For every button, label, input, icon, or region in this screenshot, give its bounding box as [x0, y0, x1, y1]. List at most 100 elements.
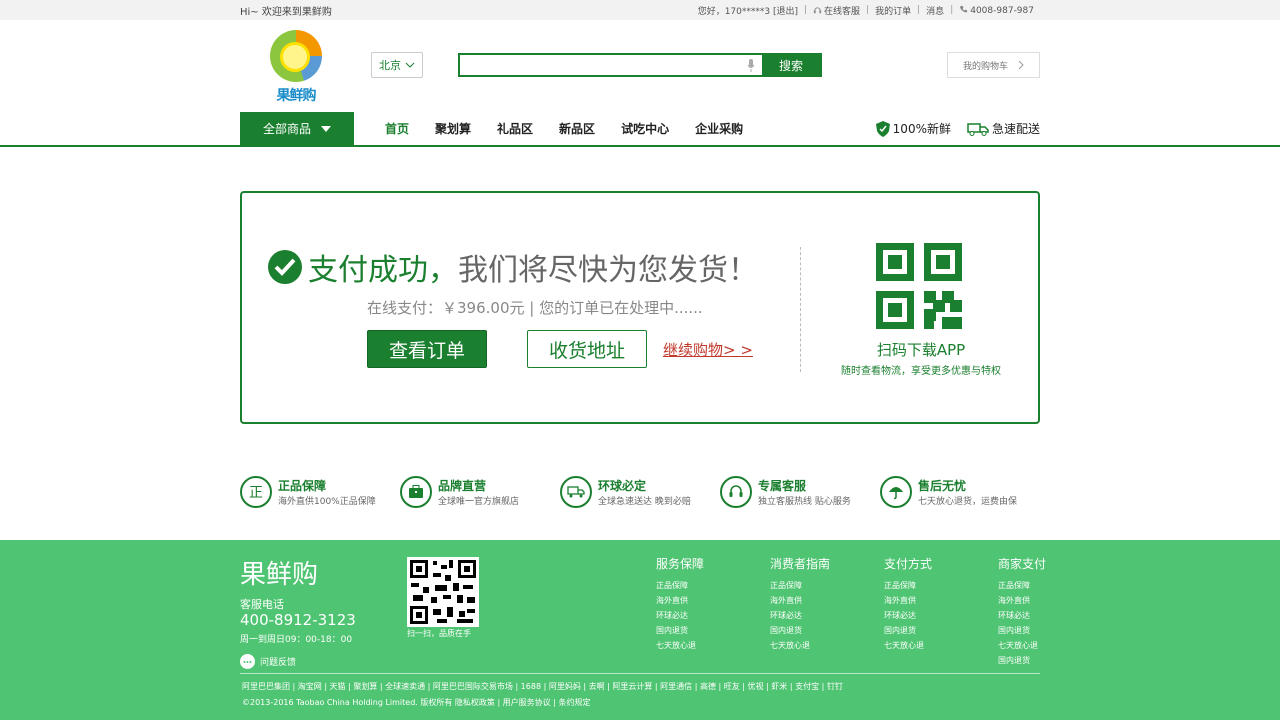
guarantee-title: 正品保障 — [278, 479, 327, 493]
guarantee-service: 专属客服独立客服热线 贴心服务 — [720, 474, 880, 510]
fresh-label: 100%新鲜 — [892, 122, 951, 136]
qr-title: 扫码下载APP — [876, 341, 966, 359]
app-download: 扫码下载APP 随时查看物流，享受更多优惠与特权 — [836, 243, 1006, 377]
cart-button[interactable]: 我的购物车 — [947, 52, 1040, 78]
footer-qr-code-icon — [407, 557, 479, 627]
footer-link[interactable]: 七天放心退 — [770, 638, 874, 653]
qr-caption: 扫一扫，品质在手 — [407, 629, 471, 638]
search-input[interactable] — [460, 55, 744, 75]
chevron-down-icon — [405, 62, 415, 68]
hotline: 4008-987-987 — [953, 5, 1040, 16]
footer-link[interactable]: 国内退货 — [770, 623, 874, 638]
guarantee-subtitle: 海外直供100%正品保障 — [278, 497, 376, 507]
delivery-badge: 急速配送 — [967, 120, 1040, 137]
guarantee-title: 品牌直营 — [438, 479, 487, 493]
feedback-label: 问题反馈 — [260, 658, 297, 668]
footer-link[interactable]: 环球必达 — [884, 608, 988, 623]
guarantee-global: 环球必定 全球急速送达 晚到必赔 — [560, 474, 720, 510]
service-hours: 周一到周日09：00-18：00 — [240, 635, 353, 645]
footer-link[interactable]: 海外直供 — [656, 593, 760, 608]
footer-link[interactable]: 海外直供 — [998, 593, 1050, 608]
view-order-button[interactable]: 查看订单 — [367, 330, 487, 368]
guarantee-genuine: 正 正品保障 海外直供100%正品保障 — [240, 474, 400, 510]
user-name: 您好，170*****3 — [697, 6, 771, 17]
search-bar: 搜索 — [458, 53, 822, 77]
footer-link[interactable]: 正品保障 — [998, 578, 1050, 593]
phone-icon — [960, 5, 968, 12]
guarantee-subtitle: 全球唯一官方旗舰店 — [438, 497, 520, 507]
footer-link[interactable]: 海外直供 — [770, 593, 874, 608]
footer-link[interactable]: 正品保障 — [884, 578, 988, 593]
footer-link[interactable]: 七天放心退 — [998, 638, 1050, 653]
city-selector[interactable]: 北京 — [371, 52, 423, 78]
nav-group-buy[interactable]: 聚划算 — [422, 120, 484, 137]
footer-link[interactable]: 环球必达 — [998, 608, 1050, 623]
payment-info: 在线支付：￥396.00元 | 您的订单已在处理中...... — [367, 299, 703, 317]
user-greeting: 您好，170*****3 [退出] — [692, 4, 804, 17]
hotline-label: 客服电话 — [240, 598, 284, 611]
top-bar: Hi~ 欢迎来到果鲜购 您好，170*****3 [退出] | 在线客服 | 我… — [0, 0, 1280, 20]
footer-link[interactable]: 七天放心退 — [884, 638, 988, 653]
logo[interactable]: 果鲜购 — [270, 30, 322, 104]
partner-links[interactable]: 阿里巴巴集团 | 淘宝网 | 天猫 | 聚划算 | 全球速卖通 | 阿里巴巴国际… — [242, 681, 843, 692]
search-button[interactable]: 搜索 — [762, 55, 820, 75]
footer-divider — [240, 673, 1040, 674]
footer-link[interactable]: 环球必达 — [656, 608, 760, 623]
guarantee-aftersale: 售后无忧七天放心退货，运费由保 — [880, 474, 1040, 510]
guarantee-title: 售后无忧 — [918, 479, 967, 493]
guarantee-subtitle: 独立客服热线 贴心服务 — [758, 497, 851, 507]
footer-column-title: 商家支付 — [998, 557, 1047, 571]
guarantee-brand: 品牌直营全球唯一官方旗舰店 — [400, 474, 560, 510]
success-subtitle: 我们将尽快为您发货！ — [458, 253, 758, 288]
footer-link[interactable]: 国内退货 — [884, 623, 988, 638]
chat-icon — [240, 654, 255, 669]
footer-columns: 服务保障 正品保障 海外直供 环球必达 国内退货 七天放心退 消费者指南 正品保… — [656, 555, 1050, 668]
nav-gifts[interactable]: 礼品区 — [484, 120, 546, 137]
payment-success-card: 支付成功，我们将尽快为您发货！ 在线支付：￥396.00元 | 您的订单已在处理… — [240, 191, 1040, 424]
footer-link[interactable]: 七天放心退 — [656, 638, 760, 653]
footer-column-title: 支付方式 — [884, 557, 933, 571]
feedback-link[interactable]: 问题反馈 — [240, 654, 296, 669]
footer-link[interactable]: 国内退货 — [656, 623, 760, 638]
nav-new[interactable]: 新品区 — [546, 120, 608, 137]
continue-shopping-link[interactable]: 继续购物> > — [663, 339, 753, 360]
footer-link[interactable]: 环球必达 — [770, 608, 874, 623]
hotline-number: 400-8912-3123 — [240, 611, 356, 629]
qr-code-icon[interactable] — [876, 243, 966, 333]
success-title: 支付成功， — [308, 253, 458, 288]
success-headline: 支付成功，我们将尽快为您发货！ — [268, 245, 798, 289]
header: 果鲜购 北京 搜索 我的购物车 — [0, 20, 1280, 112]
shipping-address-button[interactable]: 收货地址 — [527, 330, 647, 368]
cart-label: 我的购物车 — [962, 61, 1008, 72]
qr-subtitle: 随时查看物流，享受更多优惠与特权 — [841, 366, 1001, 377]
microphone-icon[interactable] — [744, 55, 758, 75]
nav-tasting[interactable]: 试吃中心 — [608, 120, 682, 137]
messages-link[interactable]: 消息 — [920, 4, 950, 17]
online-service-label: 在线客服 — [824, 6, 861, 17]
nav-home[interactable]: 首页 — [372, 120, 422, 137]
all-categories-button[interactable]: 全部商品 — [240, 112, 354, 145]
guarantee-title: 专属客服 — [758, 479, 807, 493]
truck-icon — [560, 476, 592, 508]
umbrella-icon — [880, 476, 912, 508]
logo-mark — [270, 30, 322, 82]
footer: 果鲜购 客服电话 400-8912-3123 周一到周日09：00-18：00 … — [0, 540, 1280, 720]
nav-enterprise[interactable]: 企业采购 — [682, 120, 756, 137]
footer-link[interactable]: 正品保障 — [770, 578, 874, 593]
guarantees-bar: 正 正品保障 海外直供100%正品保障 品牌直营 全球唯一官方旗舰店 环球必定 全球急… — [240, 474, 1040, 510]
footer-column: 商家支付 正品保障 海外直供 环球必达 国内退货 七天放心退 国内退货 — [998, 555, 1050, 668]
footer-link[interactable]: 海外直供 — [884, 593, 988, 608]
footer-link[interactable]: 正品保障 — [656, 578, 760, 593]
footer-link[interactable]: 国内退货 — [998, 623, 1050, 638]
guarantee-subtitle: 七天放心退货，运费由保 — [918, 497, 1018, 507]
checkmark-icon — [268, 250, 302, 284]
footer-column-title: 服务保障 — [656, 557, 705, 571]
footer-column: 服务保障 正品保障 海外直供 环球必达 国内退货 七天放心退 — [656, 555, 760, 668]
my-orders-link[interactable]: 我的订单 — [869, 4, 917, 17]
footer-link[interactable]: 国内退货 — [998, 653, 1050, 668]
city-label: 北京 — [379, 59, 401, 72]
footer-column: 支付方式 正品保障 海外直供 环球必达 国内退货 七天放心退 — [884, 555, 988, 668]
logout-link[interactable]: [退出] — [773, 7, 798, 17]
main-nav: 全部商品 首页 聚划算 礼品区 新品区 试吃中心 企业采购 100%新鲜 急速配… — [0, 112, 1280, 147]
online-service-link[interactable]: 在线客服 — [807, 4, 866, 17]
